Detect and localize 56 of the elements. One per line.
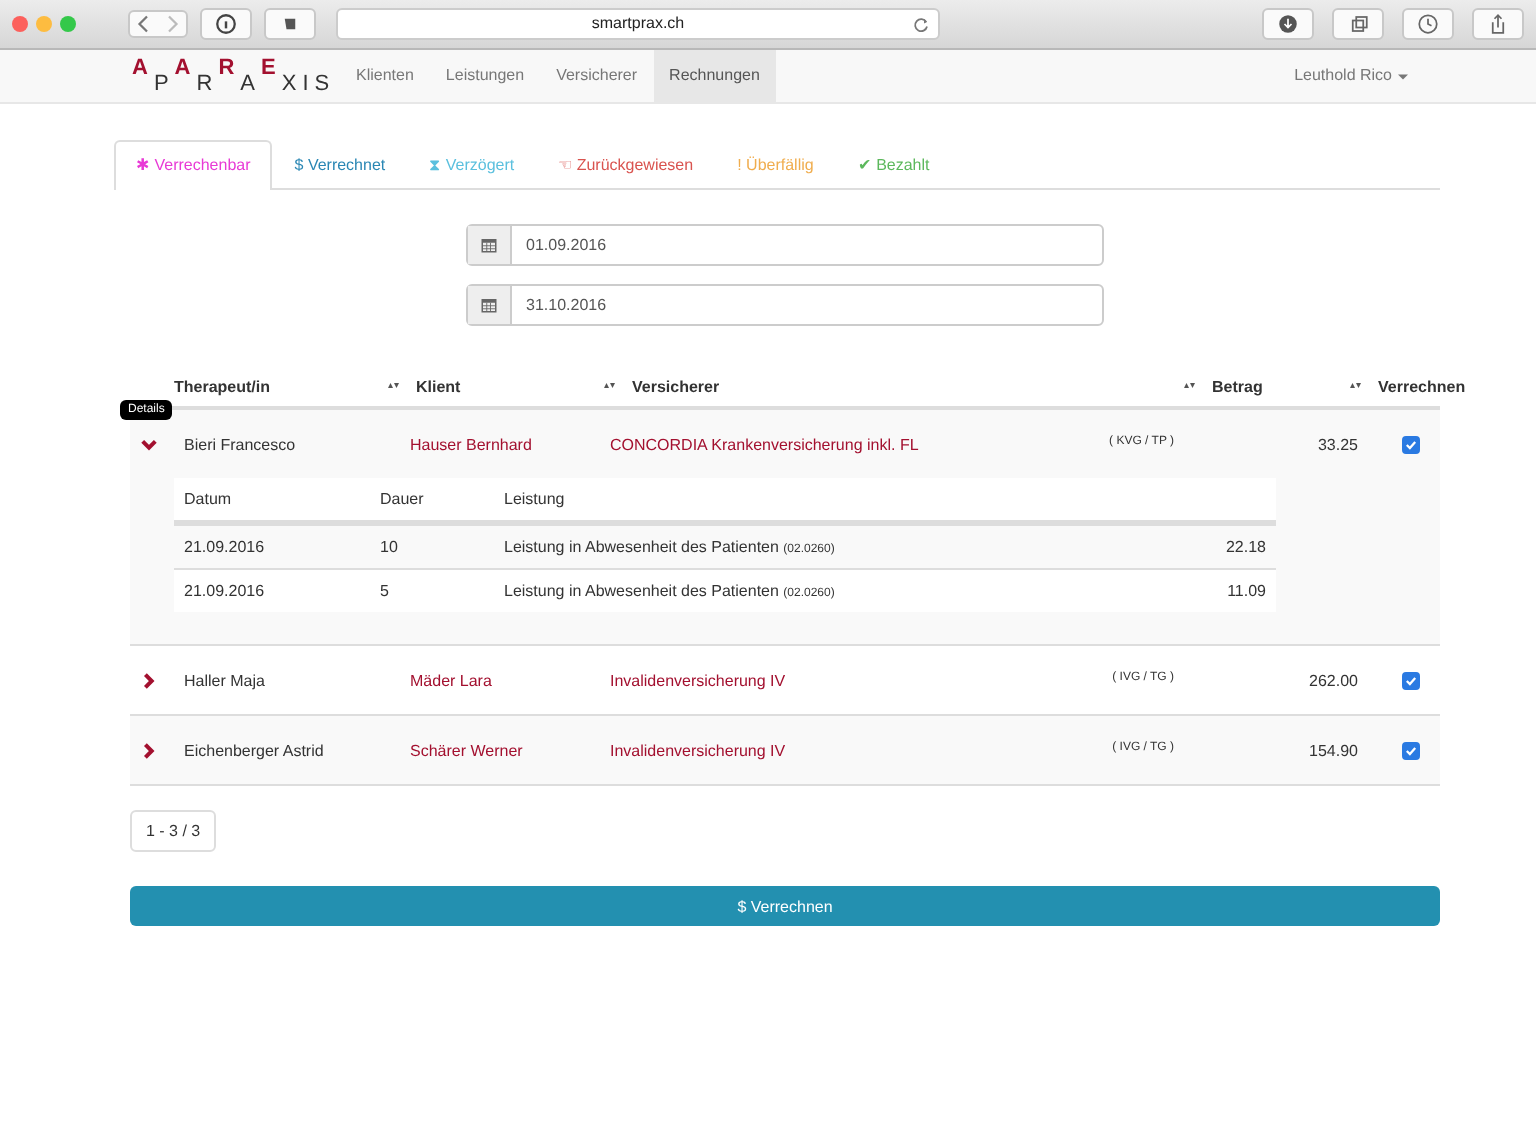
date-field[interactable]: 01.09.2016 <box>466 224 1104 266</box>
nav-link[interactable]: Leistungen <box>429 50 541 102</box>
duration-cell-text: 5 <box>380 582 391 600</box>
tabs-icon[interactable] <box>1332 8 1384 40</box>
calendar-icon <box>480 236 498 254</box>
amount: 154.90 <box>1307 741 1360 759</box>
info-icon[interactable] <box>200 8 252 40</box>
therapist-name: Eichenberger Astrid <box>184 741 326 759</box>
therapist-name: Haller Maja <box>184 671 267 689</box>
nav-link[interactable]: Klienten <box>340 50 430 102</box>
chevron-icon[interactable] <box>140 671 158 689</box>
column-header: Klient <box>416 377 461 395</box>
checkbox[interactable] <box>1402 435 1420 453</box>
nav-link[interactable]: Versicherer <box>540 50 654 102</box>
checkbox[interactable] <box>1402 741 1420 759</box>
checkbox[interactable] <box>1402 671 1420 689</box>
client-name[interactable]: Mäder Lara <box>410 671 610 689</box>
amount: 262.00 <box>1307 671 1360 689</box>
filter-tab[interactable]: ✱ Verrechenbar <box>114 140 273 190</box>
reload-icon[interactable] <box>912 15 930 33</box>
insurer-name[interactable]: Invalidenversicherung IV <box>610 741 786 759</box>
column-header: Therapeut/in <box>174 377 271 395</box>
client-name[interactable]: Hauser Bernhard <box>410 435 610 453</box>
download-icon[interactable] <box>1262 8 1314 40</box>
filter-tab[interactable]: ☜ Zurückgewiesen <box>536 140 716 188</box>
calendar-icon <box>480 296 498 314</box>
amount: 33.25 <box>1315 435 1360 453</box>
column-header: Betrag <box>1212 377 1263 395</box>
share-icon[interactable] <box>1472 8 1524 40</box>
column-header: Datum <box>184 490 234 508</box>
submit-button[interactable]: $ Verrechnen <box>130 886 1440 926</box>
amount-cell-text: 11.09 <box>1225 582 1266 600</box>
nav-link[interactable]: Rechnungen <box>653 50 776 102</box>
duration-cell-text: 10 <box>380 538 400 556</box>
therapist-name: Bieri Francesco <box>184 435 298 453</box>
date-cell-text: 21.09.2016 <box>184 538 267 556</box>
client-name[interactable]: Schärer Werner <box>410 741 610 759</box>
insurer-name[interactable]: CONCORDIA Krankenversicherung inkl. FL <box>610 435 919 453</box>
history-icon[interactable] <box>1402 8 1454 40</box>
column-header: Verrechnen <box>1378 377 1466 395</box>
chevron-icon[interactable] <box>140 741 158 759</box>
amount-cell-text: 22.18 <box>1223 538 1266 556</box>
date-field[interactable]: 31.10.2016 <box>466 284 1104 326</box>
column-header: Leistung <box>504 490 567 508</box>
close-window-icon[interactable] <box>12 16 28 32</box>
logo[interactable]: A P A R R A E X I S <box>132 50 340 102</box>
filter-tab[interactable]: $ Verrechnet <box>272 140 408 188</box>
caret-icon[interactable] <box>1398 74 1408 80</box>
insurer-name[interactable]: Invalidenversicherung IV <box>610 671 786 689</box>
column-header: Dauer <box>380 490 426 508</box>
address-bar[interactable]: smartprax.ch <box>336 8 940 40</box>
column-header: Versicherer <box>632 377 720 395</box>
user-menu[interactable]: Leuthold Rico <box>1294 50 1392 102</box>
date-cell-text: 21.09.2016 <box>184 582 267 600</box>
pagination: 1 - 3 / 3 <box>130 810 217 852</box>
chevron-icon[interactable] <box>140 435 158 453</box>
